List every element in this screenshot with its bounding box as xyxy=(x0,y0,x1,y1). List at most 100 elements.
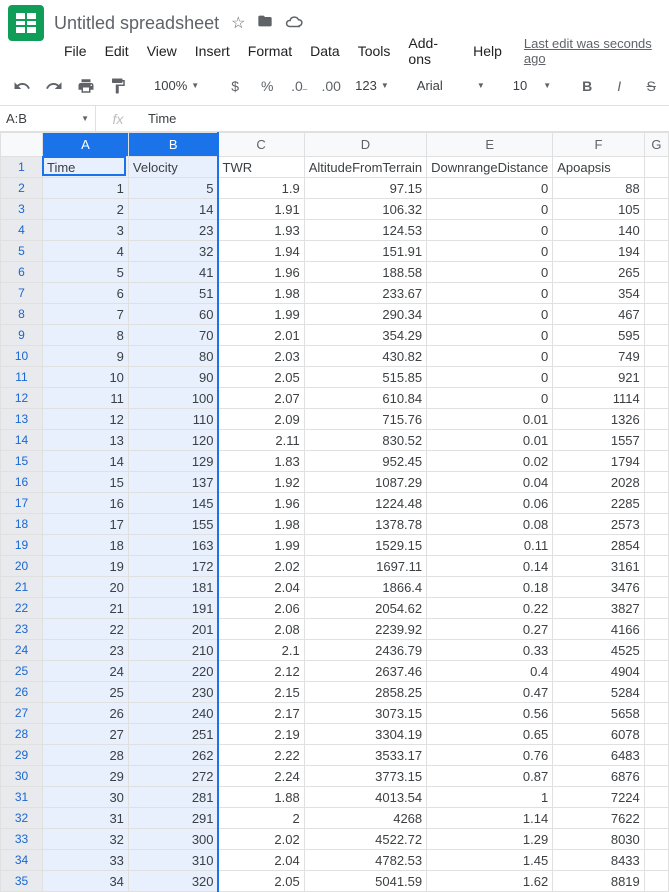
cell[interactable]: 0.56 xyxy=(427,703,553,724)
cell[interactable]: 145 xyxy=(128,493,218,514)
row-header[interactable]: 34 xyxy=(1,850,43,871)
cell[interactable]: 15 xyxy=(43,472,129,493)
cell[interactable]: 181 xyxy=(128,577,218,598)
cell[interactable]: 0.11 xyxy=(427,535,553,556)
column-header-A[interactable]: A xyxy=(43,133,129,157)
cell[interactable]: 1697.11 xyxy=(304,556,426,577)
percent-button[interactable]: % xyxy=(253,72,281,100)
cell[interactable] xyxy=(644,787,668,808)
cell[interactable]: 1529.15 xyxy=(304,535,426,556)
cell[interactable]: 220 xyxy=(128,661,218,682)
cell[interactable]: TWR xyxy=(218,157,304,178)
cell[interactable]: 7224 xyxy=(553,787,645,808)
cell[interactable]: 32 xyxy=(128,241,218,262)
cell[interactable]: 2.05 xyxy=(218,871,304,892)
menu-help[interactable]: Help xyxy=(465,39,510,63)
cell[interactable]: 0.06 xyxy=(427,493,553,514)
cell[interactable] xyxy=(644,199,668,220)
cell[interactable]: 16 xyxy=(43,493,129,514)
cell[interactable]: 2.07 xyxy=(218,388,304,409)
currency-button[interactable]: $ xyxy=(221,72,249,100)
cell[interactable]: 2.06 xyxy=(218,598,304,619)
cell[interactable] xyxy=(644,640,668,661)
cell[interactable]: 5284 xyxy=(553,682,645,703)
row-header[interactable]: 18 xyxy=(1,514,43,535)
cell[interactable] xyxy=(644,220,668,241)
cell[interactable] xyxy=(644,451,668,472)
cell[interactable]: 0 xyxy=(427,220,553,241)
row-header[interactable]: 10 xyxy=(1,346,43,367)
row-header[interactable]: 2 xyxy=(1,178,43,199)
cell[interactable]: 2.05 xyxy=(218,367,304,388)
cell[interactable] xyxy=(644,472,668,493)
cell[interactable]: 320 xyxy=(128,871,218,892)
cell[interactable]: 2.03 xyxy=(218,346,304,367)
font-size-select[interactable]: 10▼ xyxy=(507,78,557,93)
cell[interactable]: 120 xyxy=(128,430,218,451)
cell[interactable]: 830.52 xyxy=(304,430,426,451)
cell[interactable]: 265 xyxy=(553,262,645,283)
cell[interactable]: 2285 xyxy=(553,493,645,514)
cell[interactable] xyxy=(644,556,668,577)
cell[interactable]: 30 xyxy=(43,787,129,808)
cell[interactable]: 41 xyxy=(128,262,218,283)
cell[interactable]: 8 xyxy=(43,325,129,346)
cell[interactable]: 0.47 xyxy=(427,682,553,703)
cell[interactable]: 354 xyxy=(553,283,645,304)
cell[interactable]: 1.9 xyxy=(218,178,304,199)
cell[interactable]: 290.34 xyxy=(304,304,426,325)
cell[interactable]: 595 xyxy=(553,325,645,346)
cell[interactable]: 3827 xyxy=(553,598,645,619)
cell[interactable]: 0.08 xyxy=(427,514,553,535)
cell[interactable]: 60 xyxy=(128,304,218,325)
cell[interactable]: 233.67 xyxy=(304,283,426,304)
row-header[interactable]: 27 xyxy=(1,703,43,724)
cell[interactable]: 0 xyxy=(427,325,553,346)
column-header-G[interactable]: G xyxy=(644,133,668,157)
cell[interactable]: 2573 xyxy=(553,514,645,535)
select-all-corner[interactable] xyxy=(1,133,43,157)
cell[interactable]: DownrangeDistance xyxy=(427,157,553,178)
cell[interactable]: 1.96 xyxy=(218,493,304,514)
formula-input[interactable]: Time xyxy=(140,111,669,126)
cell[interactable]: 7622 xyxy=(553,808,645,829)
cell[interactable]: 1.94 xyxy=(218,241,304,262)
cell[interactable]: 3161 xyxy=(553,556,645,577)
cell[interactable] xyxy=(644,304,668,325)
cell[interactable]: 430.82 xyxy=(304,346,426,367)
row-header[interactable]: 3 xyxy=(1,199,43,220)
cell[interactable]: 4522.72 xyxy=(304,829,426,850)
cell[interactable]: 1.98 xyxy=(218,514,304,535)
cell[interactable]: 23 xyxy=(128,220,218,241)
strike-button[interactable]: S xyxy=(637,72,665,100)
undo-button[interactable] xyxy=(8,72,36,100)
menu-format[interactable]: Format xyxy=(240,39,300,63)
cell[interactable]: 467 xyxy=(553,304,645,325)
cell[interactable]: 19 xyxy=(43,556,129,577)
cell[interactable]: 1557 xyxy=(553,430,645,451)
cell[interactable]: 1.96 xyxy=(218,262,304,283)
row-header[interactable]: 19 xyxy=(1,535,43,556)
cell[interactable]: 921 xyxy=(553,367,645,388)
cell[interactable]: 1.99 xyxy=(218,535,304,556)
cell[interactable] xyxy=(644,871,668,892)
cell[interactable]: 1378.78 xyxy=(304,514,426,535)
row-header[interactable]: 4 xyxy=(1,220,43,241)
cell[interactable]: 0 xyxy=(427,178,553,199)
cell[interactable] xyxy=(644,703,668,724)
cell[interactable]: 310 xyxy=(128,850,218,871)
more-formats-select[interactable]: 123▼ xyxy=(349,78,395,93)
row-header[interactable]: 22 xyxy=(1,598,43,619)
bold-button[interactable]: B xyxy=(573,72,601,100)
cell[interactable]: 0.02 xyxy=(427,451,553,472)
cell[interactable]: 32 xyxy=(43,829,129,850)
cell[interactable] xyxy=(644,367,668,388)
cell[interactable] xyxy=(644,535,668,556)
move-icon[interactable] xyxy=(257,13,273,33)
cell[interactable]: 1866.4 xyxy=(304,577,426,598)
cell[interactable]: 155 xyxy=(128,514,218,535)
cell[interactable]: 4166 xyxy=(553,619,645,640)
row-header[interactable]: 1 xyxy=(1,157,43,178)
cell[interactable]: 3533.17 xyxy=(304,745,426,766)
cell[interactable]: 8433 xyxy=(553,850,645,871)
